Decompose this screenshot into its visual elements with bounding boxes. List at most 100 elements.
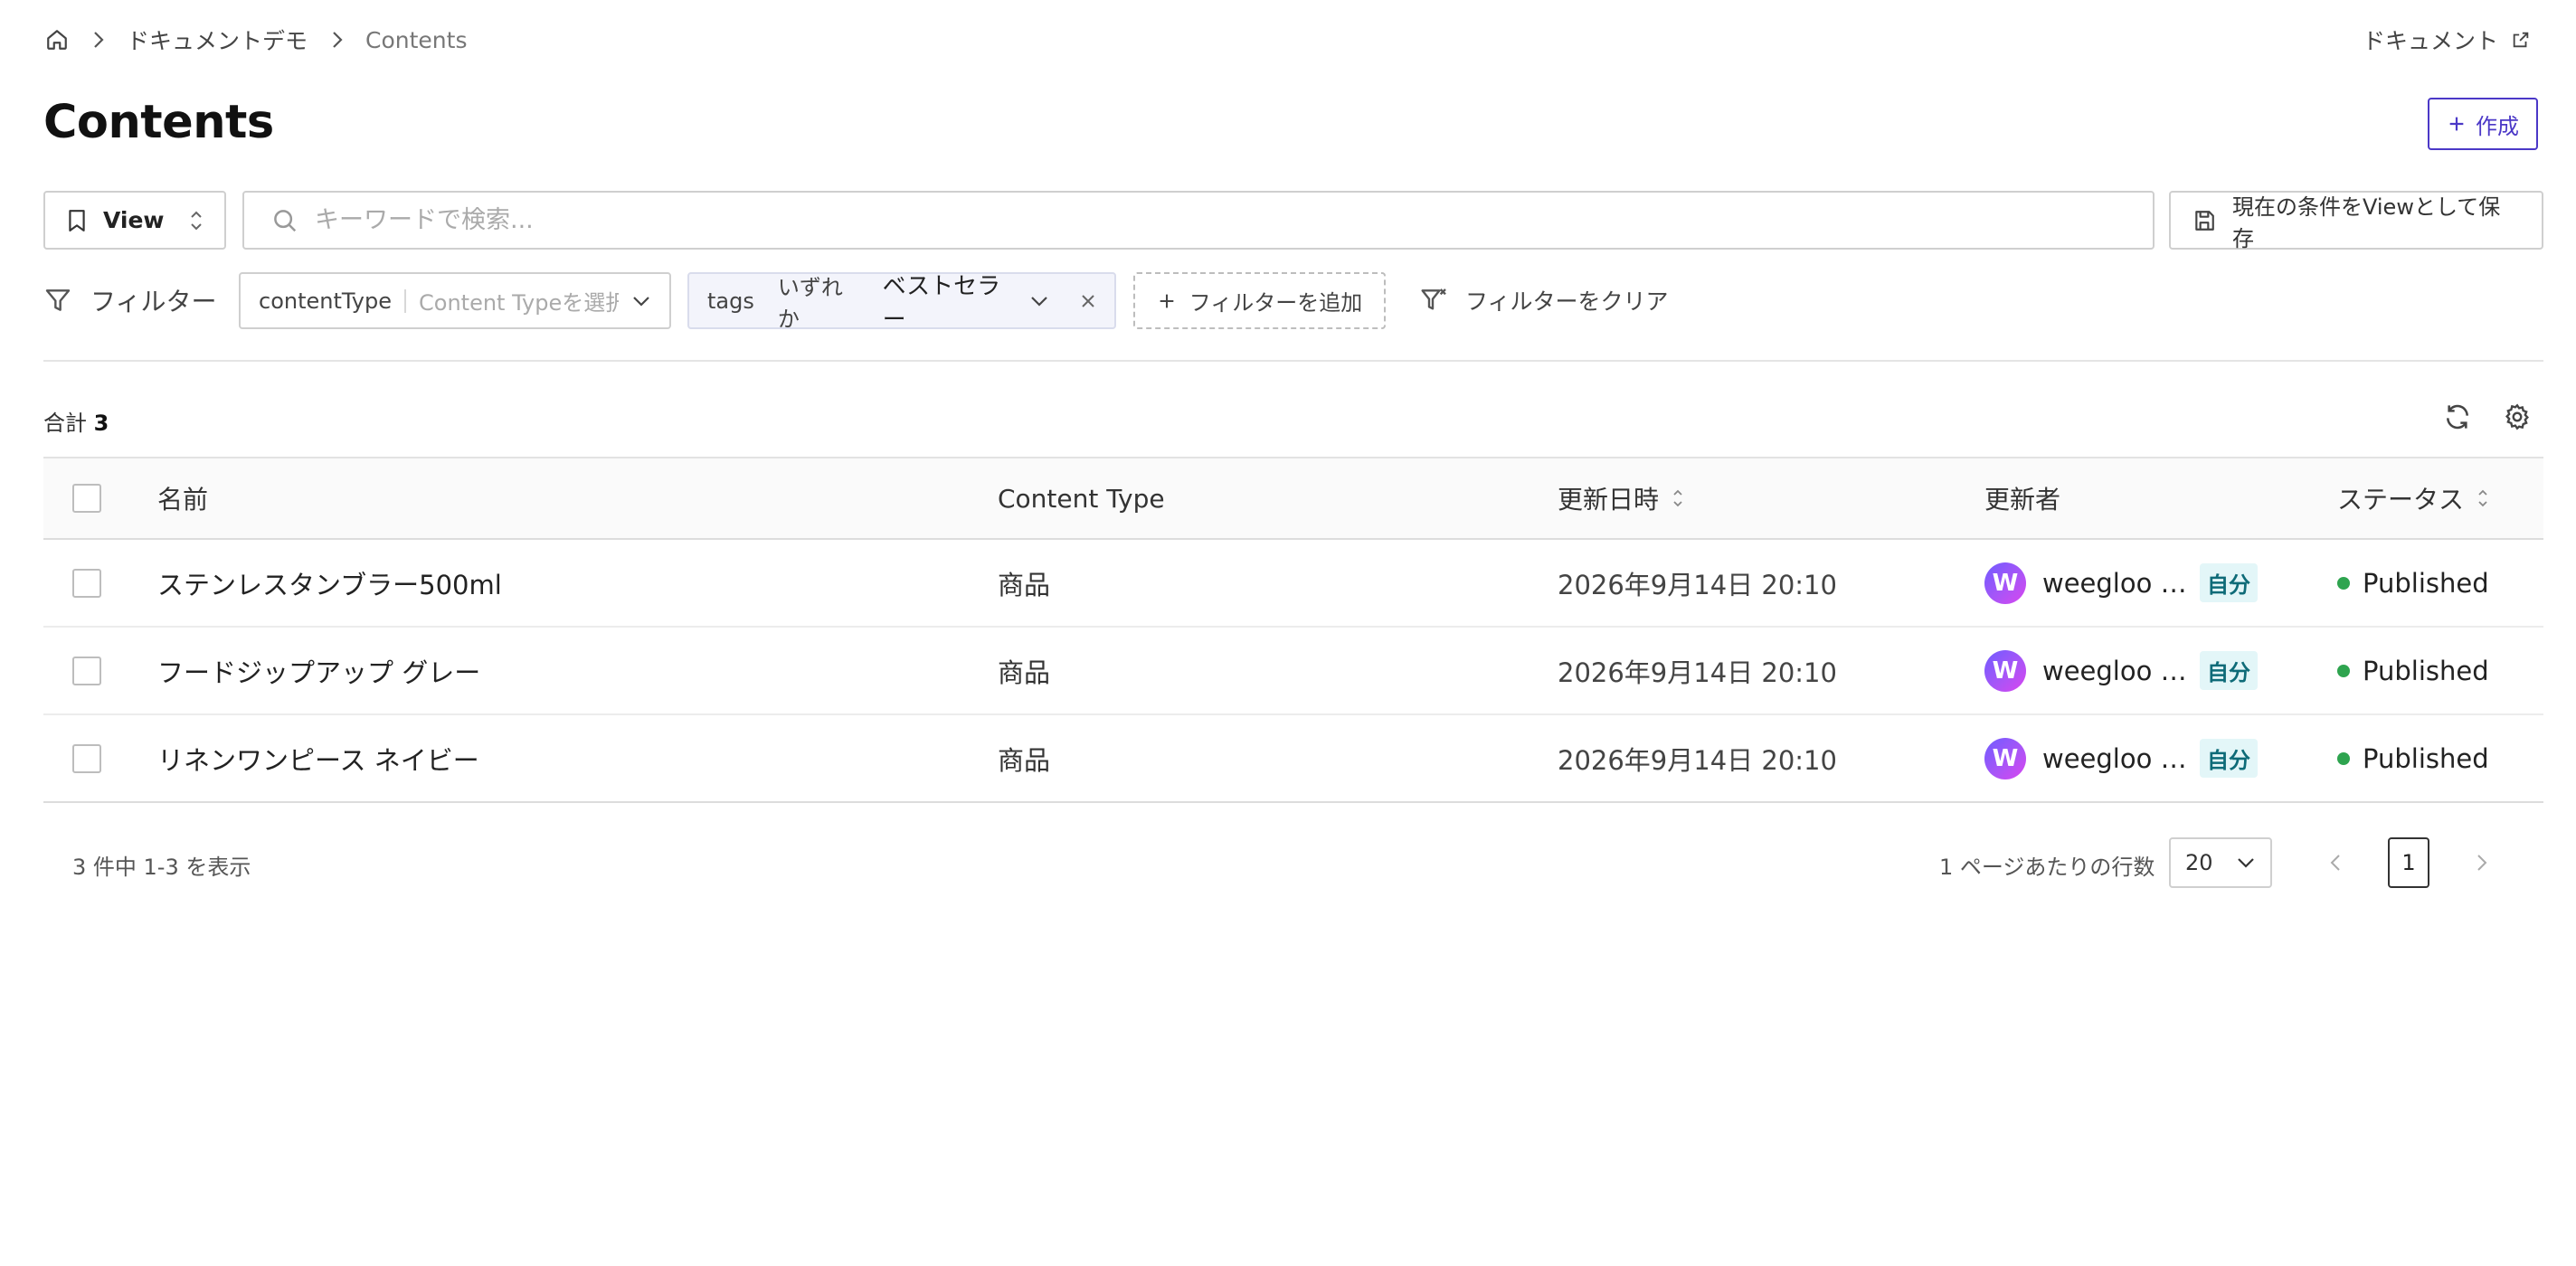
cell-name[interactable]: ステンレスタンブラー500ml: [157, 540, 502, 626]
column-header-updated-at[interactable]: 更新日時: [1558, 458, 1684, 538]
table-row[interactable]: フードジップアップ グレー 商品 2026年9月14日 20:10 W weeg…: [43, 628, 2543, 715]
rows-per-page-label: 1 ページあたりの行数: [1939, 855, 2155, 880]
search-input[interactable]: [315, 206, 2126, 234]
cell-updated-at: 2026年9月14日 20:10: [1558, 744, 1837, 776]
table-row[interactable]: リネンワンピース ネイビー 商品 2026年9月14日 20:10 W weeg…: [43, 715, 2543, 803]
settings-button[interactable]: [2500, 400, 2534, 434]
cell-updated-at: 2026年9月14日 20:10: [1558, 657, 1837, 688]
cell-status: Published: [2337, 628, 2489, 713]
total-number: 3: [93, 411, 109, 436]
create-button[interactable]: 作成: [2428, 98, 2538, 150]
table-row[interactable]: ステンレスタンブラー500ml 商品 2026年9月14日 20:10 W we…: [43, 540, 2543, 628]
filter-tags-key: tags: [707, 288, 754, 314]
bookmark-icon: [67, 209, 87, 232]
cell-content-type: 商品: [998, 657, 1051, 688]
cell-name[interactable]: フードジップアップ グレー: [157, 628, 480, 713]
chevron-down-icon: [631, 295, 651, 307]
status-label: Published: [2363, 742, 2489, 774]
avatar: W: [1984, 562, 2026, 604]
filter-tags-value[interactable]: ベストセラー: [883, 268, 1015, 335]
select-all-cell: [72, 458, 101, 538]
search-box[interactable]: [242, 191, 2155, 250]
cell-updated-by: W weegloo … 自分: [1984, 715, 2258, 801]
chevron-right-icon: [331, 30, 344, 50]
chevron-right-icon: [2476, 852, 2488, 874]
contents-table: 名前 Content Type 更新日時 更新者 ステータス ステンレスタンブラ…: [43, 457, 2543, 803]
user-name: weegloo …: [2042, 567, 2185, 599]
save-view-button[interactable]: 現在の条件をViewとして保存: [2169, 191, 2543, 251]
gear-icon: [2503, 402, 2532, 431]
refresh-button[interactable]: [2440, 400, 2475, 434]
status-dot: [2337, 664, 2350, 677]
divider: [404, 288, 407, 313]
column-header-updated-at-label: 更新日時: [1558, 485, 1660, 515]
filter-tags[interactable]: tags いずれか ベストセラー: [687, 272, 1116, 334]
view-selector[interactable]: View: [43, 191, 226, 250]
table-header: 名前 Content Type 更新日時 更新者 ステータス: [43, 457, 2543, 540]
cell-status: Published: [2337, 715, 2489, 801]
column-header-updated-by-label: 更新者: [1984, 485, 2061, 515]
home-icon[interactable]: [45, 28, 69, 52]
user-name: weegloo …: [2042, 655, 2185, 686]
sort-icon[interactable]: [2477, 487, 2489, 509]
select-all-checkbox[interactable]: [72, 484, 101, 513]
docs-link[interactable]: ドキュメント: [2363, 24, 2531, 56]
filter-label-text: フィルター: [90, 287, 217, 316]
breadcrumb-item-current: Contents: [365, 26, 468, 53]
view-selector-label: View: [103, 207, 165, 233]
column-header-status[interactable]: ステータス: [2337, 458, 2489, 538]
close-icon[interactable]: [1080, 293, 1096, 309]
cell-updated-by: W weegloo … 自分: [1984, 628, 2258, 713]
sort-icon[interactable]: [1672, 487, 1684, 509]
row-checkbox[interactable]: [72, 743, 101, 773]
column-header-content-type-label: Content Type: [998, 483, 1165, 514]
rows-per-page-select[interactable]: 20: [2169, 837, 2272, 888]
filter-content-type-placeholder: Content Typeを選択: [419, 290, 619, 316]
add-filter-button[interactable]: フィルターを追加: [1133, 272, 1386, 329]
chevron-left-icon: [2329, 852, 2342, 874]
external-link-icon: [2511, 30, 2531, 50]
column-header-name-label: 名前: [157, 485, 209, 515]
column-header-updated-by: 更新者: [1984, 458, 2060, 538]
cell-updated-by: W weegloo … 自分: [1984, 540, 2258, 626]
filter-content-type[interactable]: contentType Content Typeを選択: [239, 272, 671, 329]
row-select-cell: [72, 715, 101, 801]
chevron-updown-icon: [190, 209, 203, 232]
breadcrumb-item-demo[interactable]: ドキュメントデモ: [127, 24, 308, 56]
total-label: 合計: [43, 411, 87, 436]
chevron-down-icon[interactable]: [1029, 295, 1049, 307]
cell-updated-at: 2026年9月14日 20:10: [1558, 569, 1837, 600]
range-text: 3 件中 1-3 を表示: [72, 855, 251, 880]
self-badge: 自分: [2200, 739, 2258, 778]
cell-name[interactable]: リネンワンピース ネイビー: [157, 715, 479, 801]
breadcrumb: ドキュメントデモ Contents: [45, 24, 467, 56]
plus-icon: [1157, 291, 1177, 311]
filter-tags-operator[interactable]: いずれか: [778, 269, 859, 333]
user-name: weegloo …: [2042, 742, 2185, 774]
clear-filter-button[interactable]: フィルターをクリア: [1420, 282, 1669, 318]
prev-page-button[interactable]: [2319, 846, 2352, 879]
row-checkbox[interactable]: [72, 656, 101, 685]
save-view-label: 現在の条件をViewとして保存: [2232, 194, 2501, 251]
self-badge: 自分: [2200, 563, 2258, 602]
status-label: Published: [2363, 655, 2489, 686]
cell-status: Published: [2337, 540, 2489, 626]
avatar: W: [1984, 737, 2026, 779]
plus-icon: [2447, 114, 2467, 134]
filter-icon: [43, 286, 72, 315]
page-button-current[interactable]: 1: [2388, 837, 2429, 888]
filter-label: フィルター: [43, 282, 216, 318]
clear-filter-label: フィルターをクリア: [1465, 288, 1669, 315]
create-button-label: 作成: [2476, 113, 2519, 139]
status-label: Published: [2363, 567, 2489, 599]
chevron-down-icon: [2236, 856, 2256, 869]
chevron-right-icon: [92, 30, 105, 50]
save-icon: [2192, 209, 2216, 232]
filter-clear-icon: [1420, 286, 1449, 315]
avatar: W: [1984, 649, 2026, 692]
self-badge: 自分: [2200, 651, 2258, 690]
page-title: Contents: [43, 96, 274, 149]
row-checkbox[interactable]: [72, 568, 101, 598]
next-page-button[interactable]: [2466, 846, 2498, 879]
add-filter-label: フィルターを追加: [1189, 290, 1363, 316]
